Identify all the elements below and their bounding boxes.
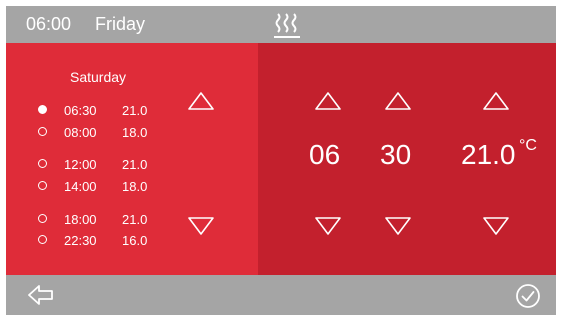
entry-temp: 21.0: [122, 212, 148, 227]
entry-time: 12:00: [64, 157, 97, 172]
minute-up-button[interactable]: [385, 92, 411, 110]
radio-icon: [38, 159, 47, 168]
top-bar: 06:00 Friday: [6, 6, 556, 43]
entry-temp: 21.0: [122, 103, 148, 118]
entry-time: 14:00: [64, 179, 97, 194]
minute-down-button[interactable]: [385, 217, 411, 235]
hour-value[interactable]: 06: [309, 139, 340, 171]
hour-up-button[interactable]: [315, 92, 341, 110]
selected-radio-icon: [38, 105, 47, 114]
schedule-day: Saturday: [70, 69, 127, 85]
hour-down-button[interactable]: [315, 217, 341, 235]
entry-temp: 21.0: [122, 157, 148, 172]
temperature-up-button[interactable]: [483, 92, 509, 110]
current-day: Friday: [95, 14, 146, 34]
radio-icon: [38, 214, 47, 223]
radio-icon: [38, 127, 47, 136]
check-circle-icon[interactable]: [515, 283, 541, 309]
entry-temp: 18.0: [122, 125, 148, 140]
radio-icon: [38, 181, 47, 190]
minute-value[interactable]: 30: [380, 139, 411, 171]
entry-time: 08:00: [64, 125, 97, 140]
heating-icon: [274, 13, 300, 38]
scroll-down-button[interactable]: [188, 217, 214, 235]
entry-time: 22:30: [64, 233, 97, 248]
entry-temp: 16.0: [122, 233, 148, 248]
entry-time: 06:30: [64, 103, 97, 118]
scroll-up-button[interactable]: [188, 92, 214, 110]
editor-panel: 06 30 21.0 °C: [258, 43, 556, 275]
thermostat-screen: 06:00 Friday Saturday 06:30 21.0 08:00 1…: [6, 6, 556, 315]
temperature-down-button[interactable]: [483, 217, 509, 235]
schedule-panel: Saturday 06:30 21.0 08:00 18.0 12:00 21.…: [6, 43, 258, 275]
entry-temp: 18.0: [122, 179, 148, 194]
bottom-bar: [6, 275, 556, 315]
temperature-value[interactable]: 21.0: [461, 139, 516, 171]
radio-icon: [38, 235, 47, 244]
back-arrow-icon[interactable]: [28, 284, 54, 306]
current-time: 06:00: [26, 14, 72, 34]
temperature-unit: °C: [519, 137, 537, 154]
entry-time: 18:00: [64, 212, 97, 227]
